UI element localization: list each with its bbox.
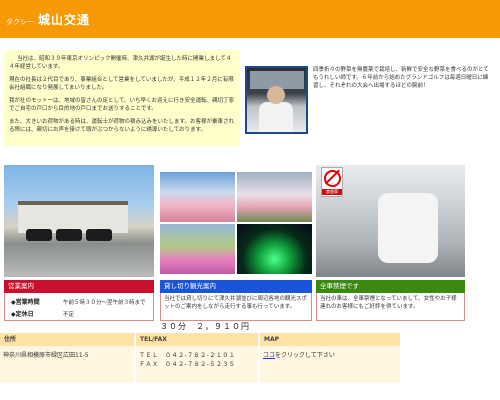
non-smoking-box: 当社の車は、全車禁煙となっていまして、女性やお子様連れのお客様にもご好評を得てい…: [316, 293, 465, 321]
category-label: タクシー: [6, 18, 34, 26]
fax-value: ＦＡＸ ０４２-７８２-５２３５: [139, 361, 236, 368]
sightseeing-photos: [160, 172, 312, 274]
intro-paragraph: 当社は、昭和３９年東京オリンピック開催時、津久井湖が誕生した時に開業しまして４４…: [9, 56, 232, 70]
charter-tour-title: 貸し切り観光案内: [160, 280, 312, 293]
map-cell: ココをクリックして下さい: [260, 346, 400, 383]
map-instruction: をクリックして下さい: [275, 352, 335, 359]
tel-header: TEL/FAX: [136, 333, 258, 346]
driver-profile-text: 四季折々の野菜を無農薬で栽培し、新鮮で安全な野菜を食べるのがとてもうれしい師です…: [313, 67, 489, 89]
intro-paragraph: 我が社のモットーは、地域の皆さんの足として、いち早くお迎えに行き安全運転、親切丁…: [9, 98, 235, 112]
hours-label: ◆営業時間: [11, 299, 40, 306]
intro-paragraph: 現在の社長は２代目であり、事業組合として営業をしていましたが、平成１２年２月に有…: [9, 77, 234, 91]
contact-table: 住所 TEL/FAX MAP 神奈川県相模原市緑区広田11-5 ＴＥＬ ０４２-…: [0, 333, 400, 385]
illuminated-bridge-photo: [237, 224, 312, 274]
taxi-interior-photo: 禁煙車: [316, 165, 465, 277]
cherry-blossom-photo: [160, 172, 235, 222]
map-header: MAP: [260, 333, 400, 346]
no-smoking-sign-label: 禁煙車: [322, 189, 342, 195]
non-smoking-title: 全車禁煙です: [316, 280, 465, 293]
garage-photo: [4, 165, 154, 277]
site-header: タクシー 城山交通: [0, 0, 500, 38]
intro-paragraph: また、大きいお荷物がある時は、運転士が荷物の積み込みをいたします。お客様が乗車さ…: [9, 119, 234, 133]
business-hours-title: 営業案内: [4, 280, 154, 293]
address-value: 神奈川県相模原市緑区広田11-5: [0, 346, 134, 383]
holiday-value: 不定: [63, 312, 75, 318]
driver-photo: [245, 66, 308, 134]
tel-value: ＴＥＬ ０４２-７８２-２１０１: [139, 352, 236, 359]
hours-value: 午前５時３０分～翌午前３時まで: [63, 300, 146, 306]
tel-fax-cell: ＴＥＬ ０４２-７８２-２１０１ ＦＡＸ ０４２-７８２-５２３５: [136, 346, 258, 383]
map-link[interactable]: ココ: [263, 352, 275, 359]
address-header: 住所: [0, 333, 134, 346]
no-smoking-sign: 禁煙車: [321, 167, 343, 197]
company-name: 城山交通: [38, 13, 91, 27]
charter-price: ３０分 ２，９１０円: [160, 322, 250, 331]
holiday-label: ◆定休日: [11, 311, 34, 318]
intro-text-block: 当社は、昭和３９年東京オリンピック開催時、津久井湖が誕生した時に開業しまして４４…: [4, 50, 240, 146]
charter-tour-box: 当社では貸し切りにて津久井湖並びに周辺各地の観光スポットのご案内をしながら走行す…: [160, 293, 312, 321]
business-hours-box: ◆営業時間 午前５時３０分～翌午前３時まで ◆定休日 不定: [4, 293, 154, 321]
spring-valley-photo: [237, 172, 312, 222]
cosmos-field-photo: [160, 224, 235, 274]
